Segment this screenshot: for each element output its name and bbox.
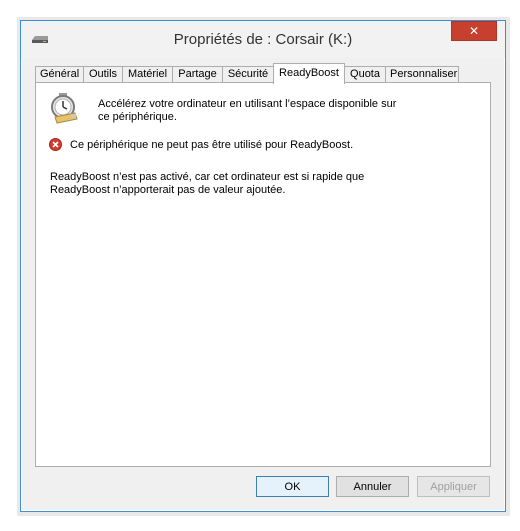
window-title: Propriétés de : Corsair (K:) bbox=[173, 31, 353, 48]
readyboost-icon bbox=[51, 93, 78, 124]
intro-text: Accélérez votre ordinateur en utilisant … bbox=[98, 98, 397, 123]
error-icon bbox=[49, 138, 62, 151]
readyboost-panel: Accélérez votre ordinateur en utilisant … bbox=[35, 82, 491, 467]
close-button[interactable]: ✕ bbox=[451, 21, 497, 41]
tab-strip: Général Outils Matériel Partage Sécurité… bbox=[35, 63, 495, 84]
tab-partage[interactable]: Partage bbox=[172, 66, 223, 83]
apply-button[interactable]: Appliquer bbox=[417, 476, 490, 497]
info-message: ReadyBoost n’est pas activé, car cet ord… bbox=[50, 171, 365, 196]
tab-general[interactable]: Général bbox=[35, 66, 84, 83]
ok-button[interactable]: OK bbox=[256, 476, 329, 497]
tab-materiel[interactable]: Matériel bbox=[122, 66, 173, 83]
tab-quota[interactable]: Quota bbox=[344, 66, 386, 83]
title-bar[interactable]: Propriétés de : Corsair (K:) ✕ bbox=[21, 21, 505, 58]
properties-dialog: Propriétés de : Corsair (K:) ✕ Général O… bbox=[20, 20, 506, 512]
tab-outils[interactable]: Outils bbox=[83, 66, 123, 83]
cancel-button[interactable]: Annuler bbox=[336, 476, 409, 497]
tab-readyboost[interactable]: ReadyBoost bbox=[273, 63, 345, 84]
close-icon: ✕ bbox=[468, 24, 480, 38]
tab-securite[interactable]: Sécurité bbox=[222, 66, 274, 83]
error-message: Ce périphérique ne peut pas être utilisé… bbox=[70, 139, 354, 151]
tab-personnaliser[interactable]: Personnaliser bbox=[385, 66, 459, 83]
